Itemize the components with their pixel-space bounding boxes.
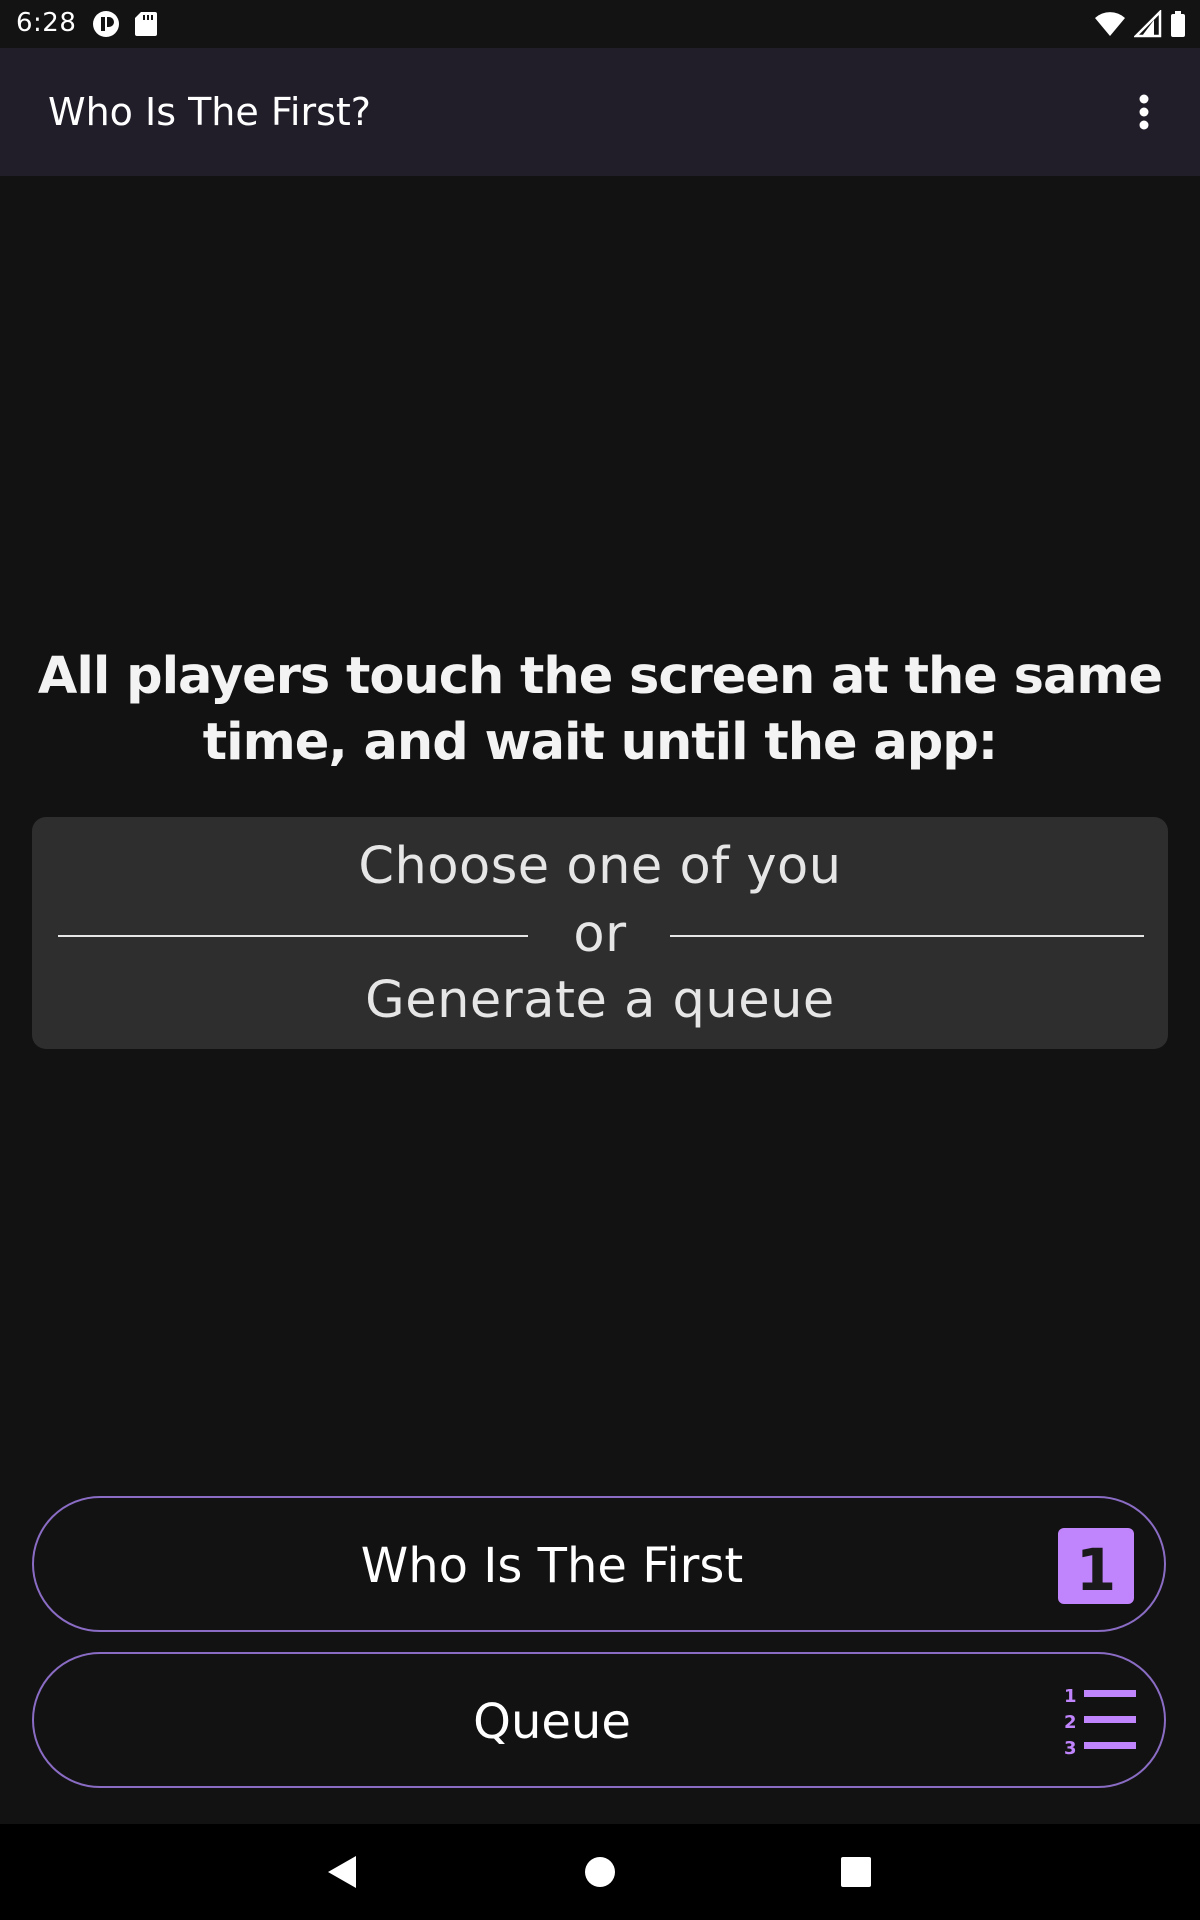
list-digit-2: 2: [1064, 1712, 1077, 1733]
looks-one-icon: 1: [1058, 1528, 1134, 1604]
status-time: 6:28: [16, 8, 77, 38]
navigation-bar: [0, 1824, 1200, 1920]
recents-square-icon: [841, 1857, 871, 1887]
cellular-signal-icon: [1132, 8, 1162, 43]
app-title: Who Is The First?: [48, 90, 371, 134]
home-button[interactable]: [576, 1848, 624, 1896]
app-bar: Who Is The First?: [0, 48, 1200, 176]
looks-one-digit: 1: [1076, 1536, 1116, 1604]
status-bar: 6:28: [0, 0, 1200, 48]
option-queue: Generate a queue: [365, 971, 835, 1030]
list-digit-1: 1: [1064, 1686, 1077, 1707]
more-vert-icon: [1139, 94, 1149, 130]
battery-icon: [1170, 10, 1186, 43]
queue-button[interactable]: Queue 1 2 3: [32, 1652, 1166, 1788]
format-list-numbered-icon: 1 2 3: [1058, 1684, 1136, 1760]
divider-right: [670, 935, 1144, 937]
option-choose: Choose one of you: [358, 837, 842, 896]
home-circle-icon: [585, 1857, 615, 1887]
list-digit-3: 3: [1064, 1738, 1077, 1759]
status-system-icons: [1094, 8, 1186, 43]
options-card: Choose one of you or Generate a queue: [32, 817, 1168, 1049]
sd-card-icon: [134, 10, 158, 43]
recents-button[interactable]: [832, 1848, 880, 1896]
overflow-menu-button[interactable]: [1122, 86, 1166, 138]
who-is-first-button[interactable]: Who Is The First 1: [32, 1496, 1166, 1632]
instruction-text: All players touch the screen at the same…: [37, 647, 1163, 772]
queue-label: Queue: [473, 1694, 631, 1750]
who-is-first-label: Who Is The First: [360, 1538, 744, 1594]
circle-app-icon: [92, 10, 120, 43]
wifi-icon: [1094, 10, 1126, 43]
status-notification-icons: [92, 10, 158, 43]
back-triangle-icon: [328, 1856, 356, 1888]
back-button[interactable]: [318, 1848, 366, 1896]
